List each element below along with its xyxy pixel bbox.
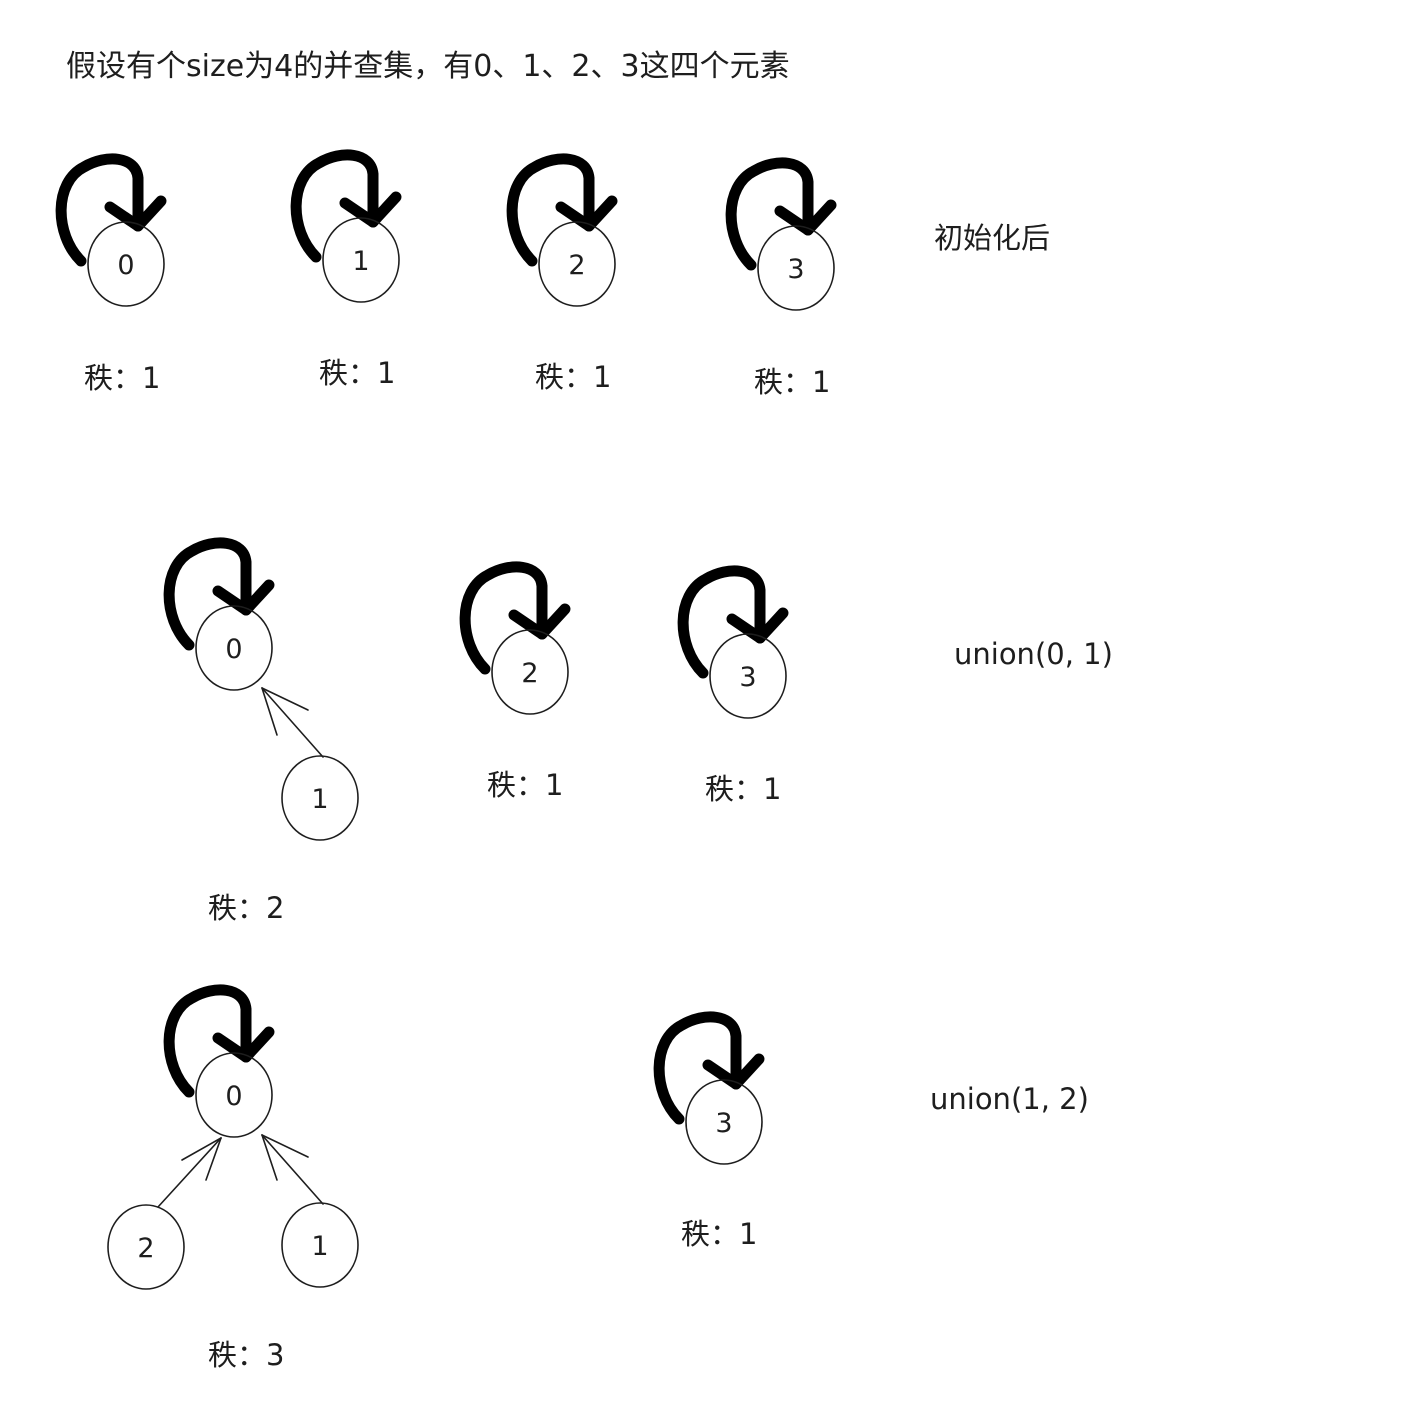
self-loop-arrow	[61, 159, 161, 261]
rank-label: 秩：1	[84, 361, 160, 395]
rank-label: 秩：2	[208, 891, 284, 925]
node-2: 2	[107, 1204, 185, 1290]
self-loop-arrow	[659, 1017, 759, 1119]
rank-label: 秩：1	[681, 1217, 757, 1251]
stage-initial: 0 1 2 3 秩：1 秩：1 秩：1 秩：1 初始化后	[61, 155, 1050, 399]
node-label: 1	[352, 246, 369, 277]
operation-label: 初始化后	[934, 221, 1050, 255]
node-label: 2	[568, 250, 585, 281]
node-label: 3	[787, 254, 804, 285]
operation-label: union(0, 1)	[954, 637, 1113, 671]
operation-label: union(1, 2)	[930, 1082, 1089, 1116]
rank-label: 秩：1	[487, 768, 563, 802]
node-label: 2	[137, 1233, 154, 1264]
page-title: 假设有个size为4的并查集，有0、1、2、3这四个元素	[66, 49, 790, 84]
node-label: 3	[739, 662, 756, 693]
node-label: 0	[225, 1081, 242, 1112]
self-loop-arrow	[169, 543, 269, 645]
node-label: 2	[521, 658, 538, 689]
self-loop-arrow	[683, 571, 783, 673]
self-loop-arrow	[296, 155, 396, 257]
node-2: 2	[465, 567, 568, 715]
rank-label: 秩：1	[754, 365, 830, 399]
node-label: 3	[715, 1108, 732, 1139]
self-loop-arrow	[169, 990, 269, 1092]
node-0: 0	[169, 990, 272, 1138]
rank-label: 秩：3	[208, 1338, 284, 1372]
stage-union-1-2: 0 2 1 3 秩：3 秩：1 union(1, 2)	[107, 990, 1089, 1372]
node-label: 1	[311, 784, 328, 815]
node-0: 0	[61, 159, 164, 307]
node-1: 1	[296, 155, 399, 303]
self-loop-arrow	[731, 163, 831, 265]
rank-label: 秩：1	[535, 360, 611, 394]
node-3: 3	[659, 1017, 762, 1165]
node-2: 2	[512, 159, 615, 307]
node-1: 1	[281, 1202, 359, 1288]
node-label: 1	[311, 1231, 328, 1262]
node-0: 0	[169, 543, 272, 691]
self-loop-arrow	[512, 159, 612, 261]
edge-1-to-0	[261, 687, 324, 758]
union-find-diagram: 假设有个size为4的并查集，有0、1、2、3这四个元素 0 1 2 3 秩：1…	[0, 49, 1113, 1372]
node-1: 1	[281, 755, 359, 841]
node-3: 3	[731, 163, 834, 311]
edge-2-to-0	[157, 1137, 222, 1208]
stage-union-0-1: 0 1 2 3 秩：2 秩：1 秩：1 union(0, 1)	[169, 543, 1113, 925]
rank-label: 秩：1	[319, 356, 395, 390]
edge-1-to-0	[261, 1134, 324, 1205]
rank-label: 秩：1	[705, 772, 781, 806]
self-loop-arrow	[465, 567, 565, 669]
node-3: 3	[683, 571, 786, 719]
node-label: 0	[117, 250, 134, 281]
node-label: 0	[225, 634, 242, 665]
